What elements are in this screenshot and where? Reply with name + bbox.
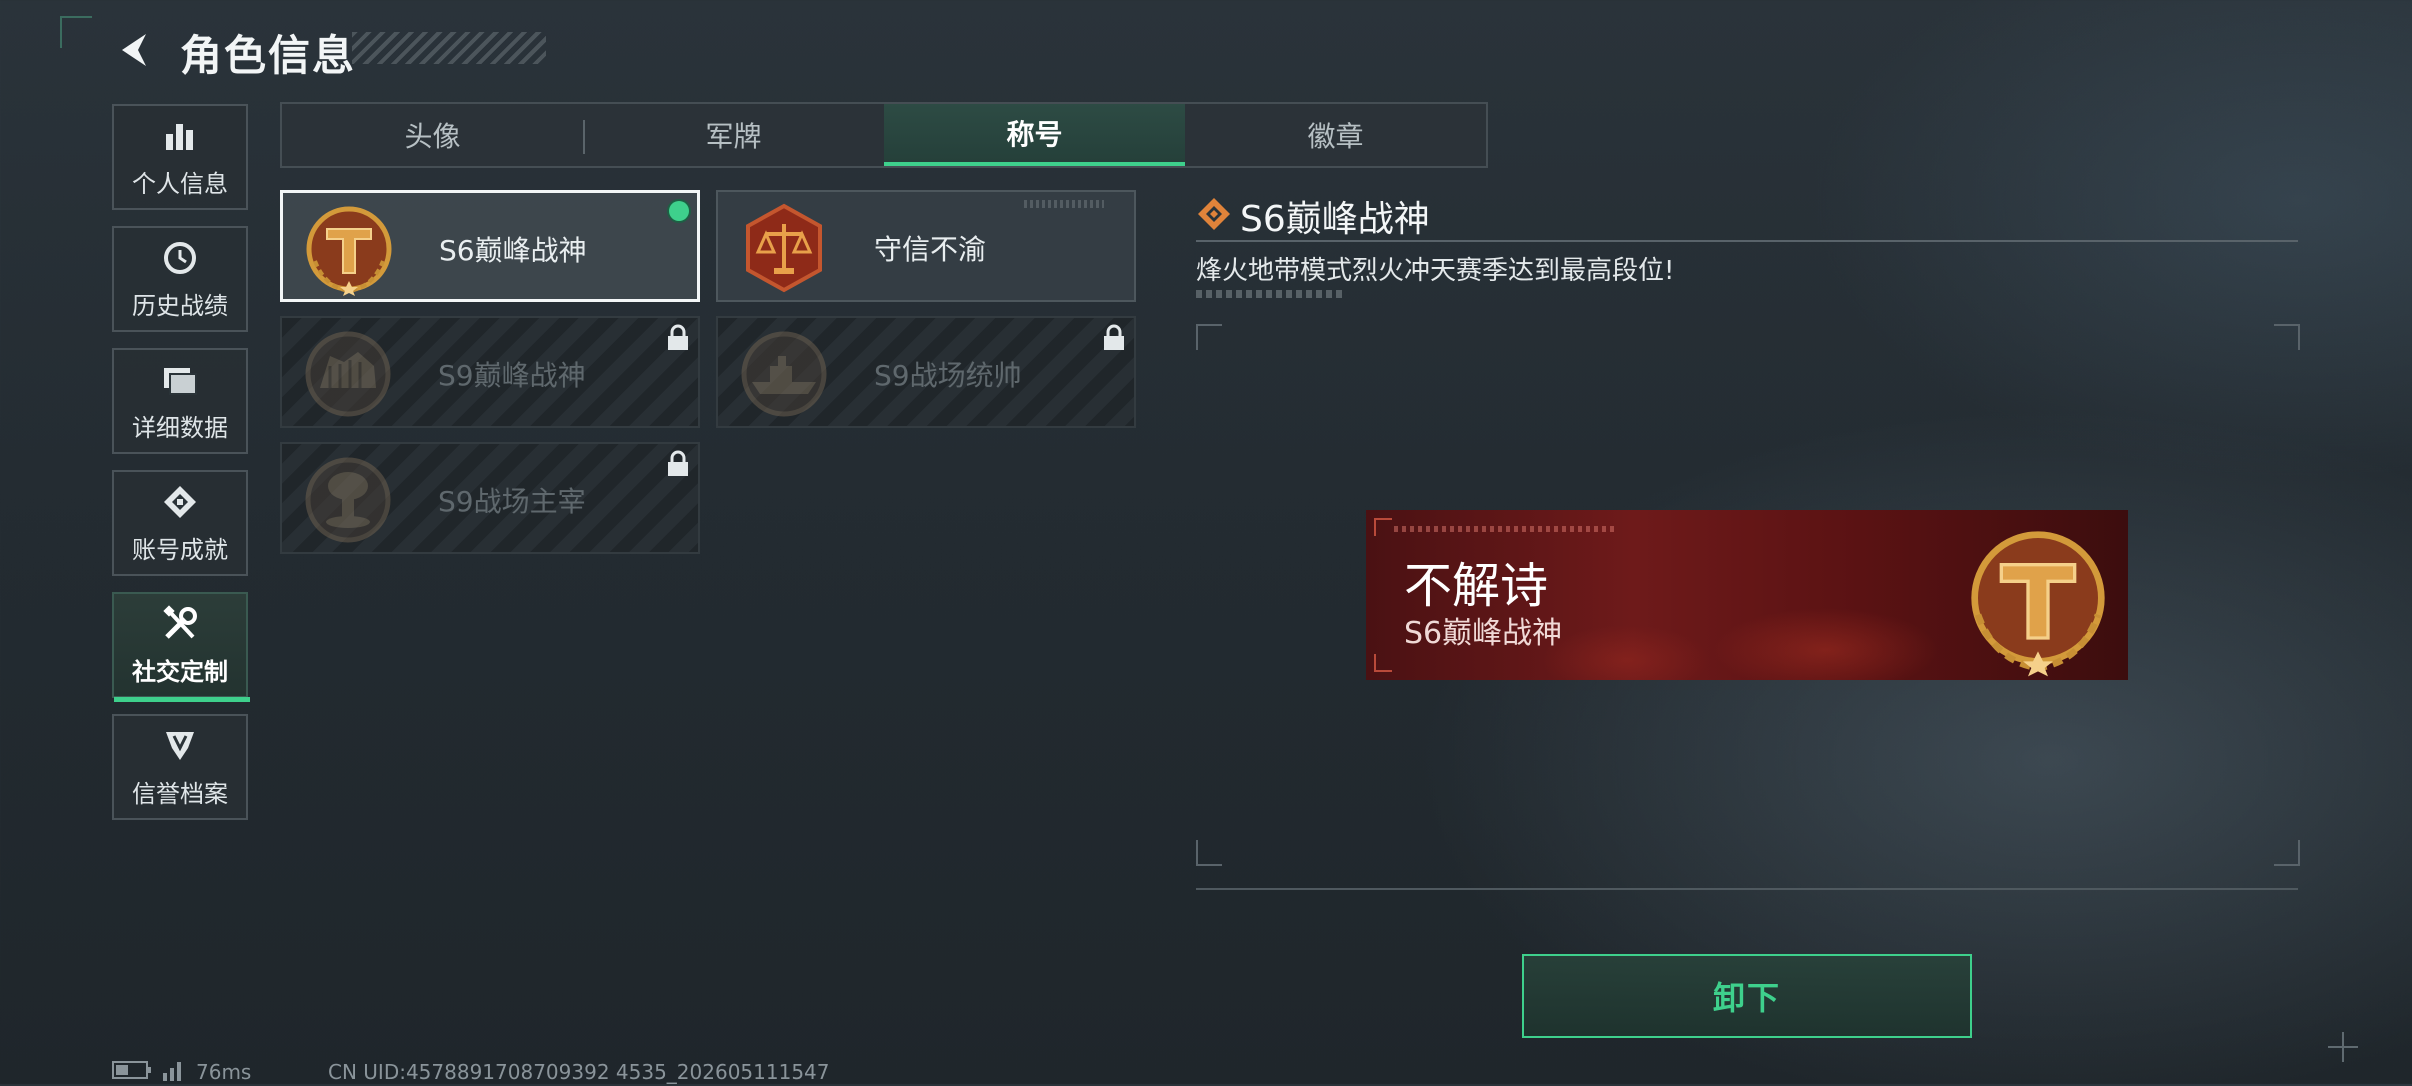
divider [1196,240,2298,242]
nav-item-label: 信誉档案 [132,779,228,808]
uid-text: CN UID:4578891708709392 4535_20260511154… [328,1060,830,1084]
nav-item-achievements[interactable]: 账号成就 [112,470,248,576]
plate-corner [1374,518,1392,536]
detail-description: 烽火地带模式烈火冲天赛季达到最高段位! [1196,256,1675,286]
back-arrow-icon[interactable] [112,28,156,72]
battery-icon [112,1060,152,1085]
title-name: S9战场统帅 [874,359,1022,392]
corner-bracket [60,16,92,48]
unequip-button[interactable]: 卸下 [1522,954,1972,1038]
gold-t-emblem-icon [301,201,397,297]
lock-icon [1102,324,1126,352]
divider [1196,888,2298,890]
nav-item-label: 账号成就 [132,535,228,564]
tab-badge[interactable]: 徽章 [1185,104,1486,166]
tab-bar: 头像 军牌 称号 徽章 [280,102,1488,168]
nav-item-detailed-data[interactable]: 详细数据 [112,348,248,454]
nav-item-history[interactable]: 历史战绩 [112,226,248,332]
signal-icon [162,1059,186,1086]
scales-emblem-icon [736,200,832,296]
title-card-s6-peak-god[interactable]: S6巅峰战神 [280,190,700,302]
player-name: 不解诗 [1404,558,1549,614]
nav-item-personal-info[interactable]: 个人信息 [112,104,248,210]
frame-corner [1196,324,1222,350]
nav-item-credit-record[interactable]: 信誉档案 [112,714,248,820]
nameplate-title: S6巅峰战神 [1404,616,1563,651]
active-indicator [114,697,250,702]
mushroom-cloud-emblem-icon [300,452,396,548]
history-clock-icon [160,238,200,278]
nav-item-label: 社交定制 [132,657,228,686]
plate-corner [1374,654,1392,672]
frame-corner [2274,324,2300,350]
fortress-emblem-icon [300,326,396,422]
title-name: S9战场主宰 [438,485,586,518]
frame-corner [2274,840,2300,866]
lock-icon [666,324,690,352]
title-name: S6巅峰战神 [439,234,587,267]
frame-corner [1196,840,1222,866]
title-card-s9-battlefield-lord[interactable]: S9战场主宰 [280,442,700,554]
title-name: S9巅峰战神 [438,359,586,392]
detail-title: S6巅峰战神 [1240,199,1430,240]
micro-text-decoration [1394,526,1614,532]
warship-emblem-icon [736,326,832,422]
tab-title[interactable]: 称号 [884,104,1185,166]
diamond-icon [1196,196,1232,232]
tab-avatar[interactable]: 头像 [282,104,583,166]
tools-icon [160,604,200,644]
nav-item-label: 历史战绩 [132,291,228,320]
achievement-icon [160,482,200,522]
crosshair-icon [2326,1030,2360,1064]
title-decoration [352,32,546,64]
page-title: 角色信息 [180,31,357,80]
gold-t-emblem-icon [1958,518,2118,678]
title-name: 守信不渝 [874,233,987,266]
folder-icon [160,360,200,400]
detail-decoration [1196,290,1346,298]
title-card-s9-peak-god[interactable]: S9巅峰战神 [280,316,700,428]
nav-item-label: 详细数据 [132,413,228,442]
nav-item-label: 个人信息 [132,169,228,198]
title-card-s9-battlefield-marshal[interactable]: S9战场统帅 [716,316,1136,428]
title-card-keep-faith[interactable]: 守信不渝 [716,190,1136,302]
micro-text-decoration [1024,200,1104,208]
status-bar: 76ms [112,1060,251,1084]
nameplate-preview: 不解诗 S6巅峰战神 [1366,510,2128,680]
shield-rank-icon [160,726,200,766]
nav-item-social-custom[interactable]: 社交定制 [112,592,250,702]
equipped-indicator [669,201,689,221]
bar-chart-icon [160,116,200,156]
lock-icon [666,450,690,478]
ping-value: 76ms [196,1060,252,1084]
tab-dog-tag[interactable]: 军牌 [583,104,884,166]
